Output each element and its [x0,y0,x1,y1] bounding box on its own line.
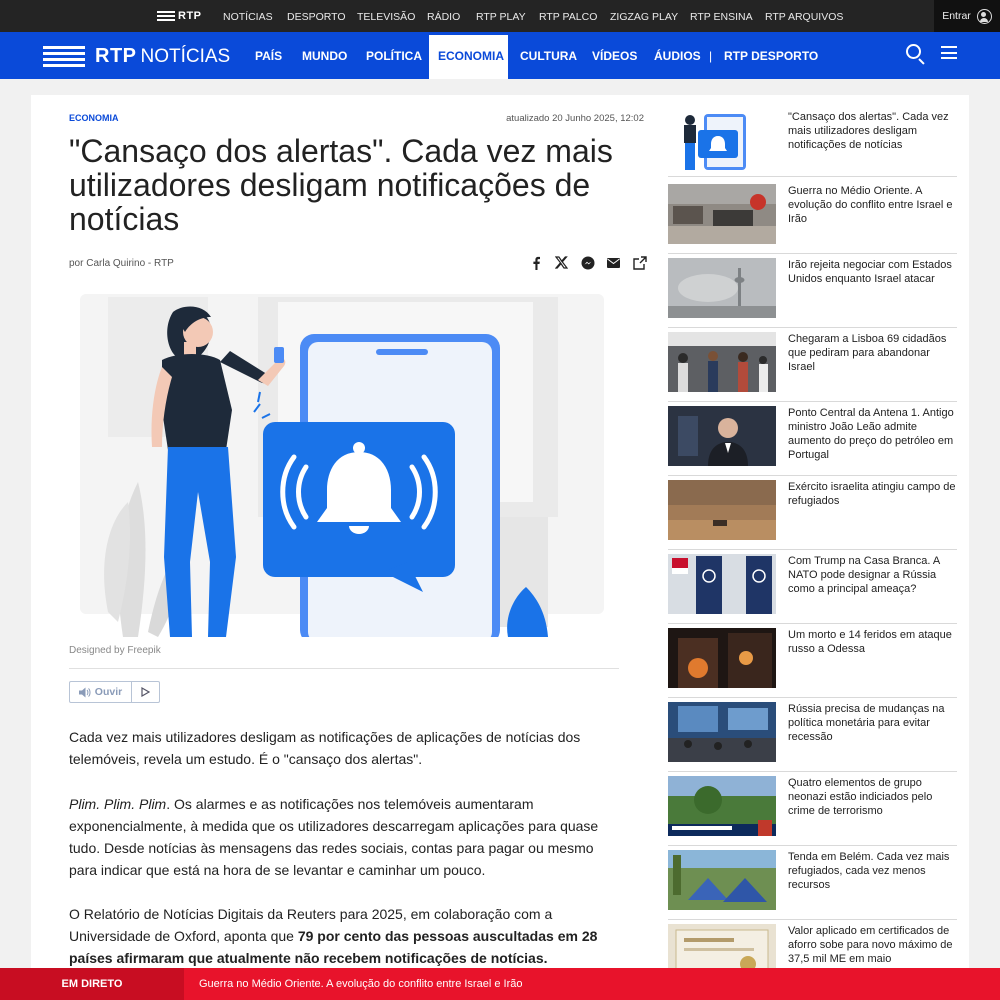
thumb-destroyed-vehicles [668,184,776,244]
desporto-label: DESPORTO [751,49,819,63]
article-title: "Cansaço dos alertas". Cada vez mais uti… [69,133,613,237]
article-hero-image [78,292,606,637]
logo-rtp-text: RTP [95,45,137,67]
sidebar-item[interactable]: Ponto Central da Antena 1. Antigo minist… [668,406,957,476]
live-bar[interactable]: EM DIRETO Guerra no Médio Oriente. A evo… [0,968,1000,1000]
logo-section-text: NOTÍCIAS [140,45,231,67]
thumb-tv-news-trees [668,776,776,836]
thumb-man-in-suit [668,406,776,466]
top-link-rtp-palco[interactable]: RTP PALCO [539,11,597,23]
sidebar-item[interactable]: Tenda em Belém. Cada vez mais refugiados… [668,850,957,920]
sidebar-item-title[interactable]: Exército israelita atingiu campo de refu… [788,480,958,508]
sidebar-item[interactable]: Quatro elementos de grupo neonazi estão … [668,776,957,846]
login-label: Entrar [942,10,971,22]
sidebar-item-title[interactable]: Quatro elementos de grupo neonazi estão … [788,776,958,818]
article-updated: atualizado 20 Junho 2025, 12:02 [506,113,644,124]
thumb-burning-building [668,628,776,688]
top-link-desporto[interactable]: DESPORTO [287,11,346,23]
sidebar-item-title[interactable]: Com Trump na Casa Branca. A NATO pode de… [788,554,958,596]
divider [69,668,619,669]
sidebar-item[interactable]: Guerra no Médio Oriente. A evolução do c… [668,184,957,254]
desporto-prefix: RTP [724,49,748,63]
sidebar-item-title[interactable]: Rússia precisa de mudanças na política m… [788,702,958,744]
nav-pais[interactable]: PAÍS [255,49,282,63]
sidebar-item-title[interactable]: Valor aplicado em certificados de aforro… [788,924,958,966]
user-icon [976,8,992,24]
top-link-rtp-play[interactable]: RTP PLAY [476,11,526,23]
nav-politica[interactable]: POLÍTICA [366,49,422,63]
thumb-smoky-city-tower [668,258,776,318]
sidebar-item-title[interactable]: Irão rejeita negociar com Estados Unidos… [788,258,958,286]
play-button[interactable] [132,682,159,702]
sidebar-item-title[interactable]: Chegaram a Lisboa 69 cidadãos que pedira… [788,332,958,374]
rtp-small-logo[interactable]: RTP [157,10,202,22]
paragraph-1: Cada vez mais utilizadores desligam as n… [69,729,581,767]
sidebar-item-title[interactable]: "Cansaço dos alertas". Cada vez mais uti… [788,110,958,152]
nav-separator: | [709,49,713,63]
share-icon[interactable] [631,254,648,271]
sidebar-item[interactable]: Rússia precisa de mudanças na política m… [668,702,957,772]
top-link-radio[interactable]: RÁDIO [427,11,460,23]
sidebar-item[interactable]: Um morto e 14 feridos em ataque russo a … [668,628,957,698]
sidebar-item-title[interactable]: Guerra no Médio Oriente. A evolução do c… [788,184,958,226]
live-headline[interactable]: Guerra no Médio Oriente. A evolução do c… [199,978,522,990]
email-icon[interactable] [605,254,622,271]
top-link-noticias[interactable]: NOTÍCIAS [223,11,273,23]
x-twitter-icon[interactable] [553,254,570,271]
login-button[interactable]: Entrar [934,0,1000,32]
nav-rtp-desporto[interactable]: RTP DESPORTO [724,49,818,63]
sidebar-item-title[interactable]: Tenda em Belém. Cada vez mais refugiados… [788,850,958,892]
sidebar-item[interactable]: Irão rejeita negociar com Estados Unidos… [668,258,957,328]
share-bar [527,254,648,271]
thumb-blue-tents [668,850,776,910]
thumb-nato-flags [668,554,776,614]
sidebar-item[interactable]: Chegaram a Lisboa 69 cidadãos que pedira… [668,332,957,402]
search-icon[interactable] [906,44,921,59]
nav-cultura[interactable]: CULTURA [520,49,577,63]
rtp-lines-icon [157,11,175,21]
live-label: EM DIRETO [0,968,184,1000]
play-icon [141,687,150,697]
sidebar-item-title[interactable]: Ponto Central da Antena 1. Antigo minist… [788,406,958,462]
article-category[interactable]: ECONOMIA [69,113,119,123]
sidebar-item[interactable]: "Cansaço dos alertas". Cada vez mais uti… [668,110,957,177]
messenger-icon[interactable] [579,254,596,271]
top-bar: RTP NOTÍCIAS DESPORTO TELEVISÃO RÁDIO RT… [0,0,1000,32]
sidebar-item[interactable]: Exército israelita atingiu campo de refu… [668,480,957,550]
top-link-rtp-arquivos[interactable]: RTP ARQUIVOS [765,11,843,23]
image-credit: Designed by Freepik [69,645,161,656]
thumb-airport-crowd [668,332,776,392]
hamburger-menu-icon[interactable] [941,46,957,59]
sidebar-item[interactable]: Com Trump na Casa Branca. A NATO pode de… [668,554,957,624]
listen-button[interactable]: Ouvir [70,682,132,702]
listen-label: Ouvir [94,686,123,698]
main-header: RTP NOTÍCIAS PAÍS MUNDO POLÍTICA ECONOMI… [0,32,1000,79]
thumb-dusty-desert [668,480,776,540]
top-link-rtp-ensina[interactable]: RTP ENSINA [690,11,753,23]
paragraph-3: O Relatório de Notícias Digitais da Reut… [69,903,624,969]
paragraph-2-italic: Plim. Plim. Plim [69,796,167,812]
rtp-lines-icon [43,46,85,67]
sidebar-item-title[interactable]: Um morto e 14 feridos em ataque russo a … [788,628,958,656]
thumb-conference-screen [668,702,776,762]
facebook-icon[interactable] [527,254,544,271]
audio-player: Ouvir [69,681,160,703]
rtp-brand-label: RTP [178,10,202,22]
article-byline: por Carla Quirino - RTP [69,258,174,269]
paragraph-2: Plim. Plim. Plim. Os alarmes e as notifi… [69,793,624,881]
rtp-noticias-logo[interactable]: RTP NOTÍCIAS [43,45,230,68]
top-link-televisao[interactable]: TELEVISÃO [357,11,415,23]
top-link-zigzag-play[interactable]: ZIGZAG PLAY [610,11,678,23]
nav-videos[interactable]: VÍDEOS [592,49,637,63]
thumb-notification-illustration [668,110,776,170]
speaker-icon [78,687,91,697]
nav-mundo[interactable]: MUNDO [302,49,347,63]
nav-audios[interactable]: ÁUDIOS [654,49,701,63]
nav-economia[interactable]: ECONOMIA [438,49,504,63]
